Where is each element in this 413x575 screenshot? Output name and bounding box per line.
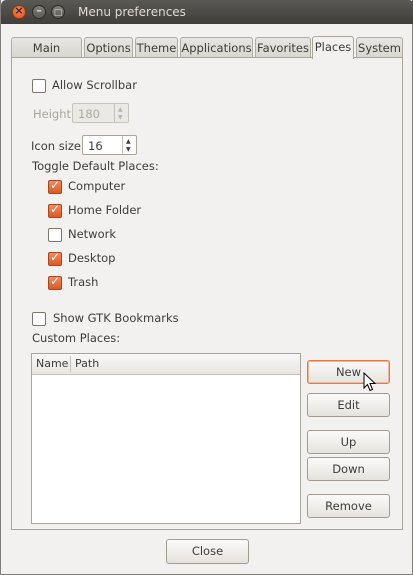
tab-places[interactable]: Places (312, 36, 354, 59)
spin-down-icon: ▼ (118, 114, 123, 121)
desktop-checkbox[interactable] (48, 250, 62, 266)
spin-up-icon[interactable]: ▲ (126, 138, 131, 145)
maximize-window-button[interactable]: □ (51, 5, 65, 19)
close-button[interactable]: Close (166, 539, 249, 564)
remove-button[interactable]: Remove (307, 494, 390, 518)
network-label: Network (68, 227, 117, 241)
menu-preferences-window: × – □ Menu preferences Main button Optio… (0, 0, 413, 575)
trash-label: Trash (68, 275, 99, 289)
tab-applications[interactable]: Applications (180, 37, 253, 58)
close-window-button[interactable]: × (12, 4, 26, 19)
window-title: Menu preferences (78, 5, 186, 19)
home-folder-checkbox[interactable] (48, 202, 62, 218)
column-header-path[interactable]: Path (75, 357, 99, 370)
tab-system[interactable]: System (356, 37, 403, 58)
icon-size-value: 16 (88, 139, 103, 153)
minimize-window-button[interactable]: – (32, 4, 46, 19)
edit-button[interactable]: Edit (307, 393, 390, 417)
show-gtk-bookmarks-checkbox[interactable] (32, 312, 46, 326)
height-stepper: ▲ ▼ (114, 104, 128, 122)
new-button[interactable]: New (307, 360, 390, 384)
height-label: Height: (33, 107, 75, 121)
up-button[interactable]: Up (307, 430, 390, 454)
custom-places-list[interactable]: Name Path (31, 353, 301, 524)
spin-down-icon[interactable]: ▼ (126, 146, 131, 153)
trash-checkbox[interactable] (48, 274, 62, 290)
tab-main-button[interactable]: Main button (11, 37, 82, 76)
column-header-name[interactable]: Name (36, 357, 68, 370)
desktop-label: Desktop (68, 251, 116, 265)
tab-options[interactable]: Options (84, 37, 133, 58)
allow-scrollbar-label: Allow Scrollbar (52, 78, 137, 92)
minimize-icon: – (36, 4, 42, 17)
mouse-pointer-icon (363, 372, 377, 392)
height-spinner: 180 ▲ ▼ (72, 103, 129, 123)
list-header: Name Path (32, 354, 300, 375)
height-value: 180 (78, 107, 100, 121)
icon-size-stepper[interactable]: ▲ ▼ (122, 136, 136, 154)
computer-label: Computer (68, 179, 126, 193)
home-folder-label: Home Folder (68, 203, 142, 217)
network-checkbox[interactable] (48, 228, 62, 242)
tab-bar: Main button Options Theme Applications F… (11, 36, 404, 76)
icon-size-spinner[interactable]: 16 ▲ ▼ (82, 135, 137, 155)
icon-size-label: Icon size: (31, 139, 85, 153)
places-panel: Allow Scrollbar Height: 180 ▲ ▼ Icon siz… (11, 57, 403, 530)
down-button[interactable]: Down (307, 457, 390, 481)
show-gtk-bookmarks-label: Show GTK Bookmarks (53, 311, 179, 325)
computer-checkbox[interactable] (48, 178, 62, 194)
toggle-default-places-heading: Toggle Default Places: (32, 159, 159, 173)
maximize-icon: □ (53, 8, 63, 18)
title-bar[interactable]: × – □ Menu preferences (1, 0, 413, 24)
spin-up-icon: ▲ (118, 106, 123, 113)
custom-places-heading: Custom Places: (32, 331, 121, 345)
column-divider (70, 356, 71, 372)
close-icon: × (14, 4, 24, 17)
tab-favorites[interactable]: Favorites (255, 37, 311, 58)
tab-theme[interactable]: Theme (135, 37, 178, 58)
allow-scrollbar-checkbox[interactable] (32, 79, 46, 93)
